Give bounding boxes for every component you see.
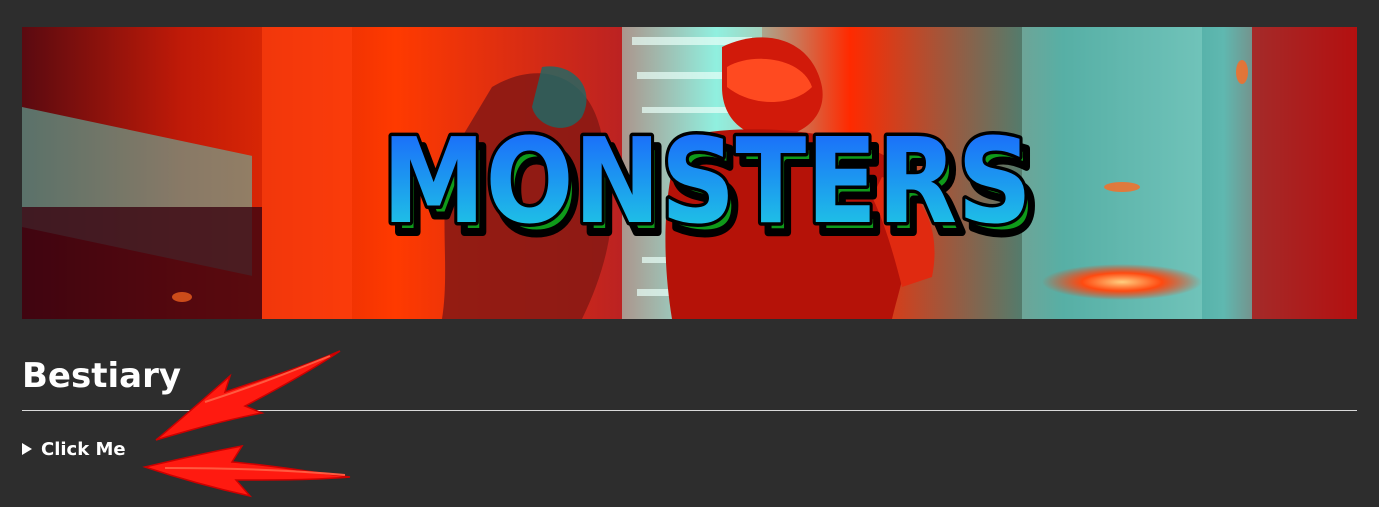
banner-title: MONSTERS — [382, 112, 1032, 250]
disclosure-triangle-icon[interactable] — [22, 443, 32, 455]
red-arrow-icon — [142, 444, 351, 498]
banner-artwork: MONSTERS MONSTERS — [22, 27, 1357, 319]
details-toggle[interactable]: Click Me — [22, 436, 126, 462]
section-heading: Bestiary — [22, 356, 181, 396]
details-summary-label[interactable]: Click Me — [41, 439, 126, 460]
monsters-banner-image: MONSTERS MONSTERS — [22, 27, 1357, 319]
red-arrow-icon — [155, 350, 341, 441]
page: MONSTERS MONSTERS Bestiary Click Me — [0, 0, 1379, 507]
heading-divider — [22, 410, 1357, 411]
